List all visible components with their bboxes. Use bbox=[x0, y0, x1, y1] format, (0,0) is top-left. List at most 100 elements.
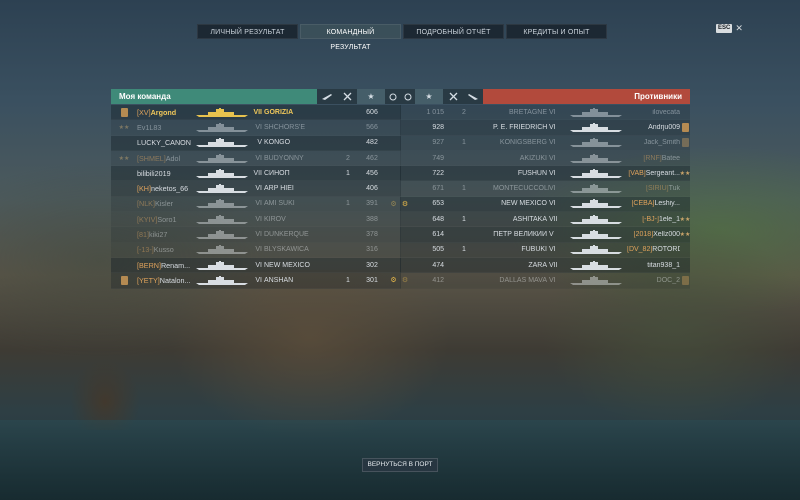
player-nick: Argond bbox=[150, 107, 177, 117]
ship-name: FUSHUN bbox=[517, 169, 547, 177]
player-nick: ilovecata bbox=[652, 108, 680, 116]
enemy-team-row[interactable]: 648 1 ASHITAKA VII [-BJ-]1ele_1 ★★ bbox=[400, 212, 691, 228]
player-name: [SIRIU]Tuk bbox=[627, 185, 680, 192]
base-xp: 928 bbox=[432, 123, 444, 131]
rank-star-icon: ★★ bbox=[679, 216, 691, 223]
player-name: LUCKY_CANON bbox=[137, 138, 191, 147]
my-team-row[interactable]: [NLK]Kisler VI AMI SUKI 1 391 ⚙ bbox=[111, 196, 401, 213]
ship-silhouette-icon bbox=[565, 168, 627, 178]
enemy-team-row[interactable]: ⚙ 653 NEW MEXICO VI [CEBA]Leshiy... bbox=[400, 196, 690, 213]
player-nick: neketos_66 bbox=[150, 184, 189, 194]
ship-tier: VI bbox=[255, 185, 262, 193]
enemy-team-row[interactable]: 474 ZARA VII titan938_1 bbox=[400, 257, 690, 274]
my-team-row[interactable]: [XV]Argond VII GORIZIA 606 bbox=[111, 105, 401, 121]
enemy-team-row[interactable]: 671 1 MONTECUCCOLI VI [SIRIU]Tuk bbox=[400, 181, 690, 197]
base-xp: 749 bbox=[432, 154, 444, 162]
player-name: [KH]neketos_66 bbox=[137, 184, 191, 193]
my-team-row[interactable]: [YETY]Natalon... VI ANSHAN 1 301 ⚙ bbox=[111, 273, 401, 289]
star-icon: ★ bbox=[357, 89, 385, 104]
ship-tier: VI bbox=[549, 169, 556, 177]
esc-key-label: ESC bbox=[716, 24, 733, 33]
return-to-port-button[interactable]: ВЕРНУТЬСЯ В ПОРТ bbox=[362, 458, 438, 472]
base-xp: 302 bbox=[366, 261, 378, 269]
base-xp: 927 bbox=[432, 139, 444, 147]
ship-name: GORIZIA bbox=[264, 108, 294, 116]
ship-silhouette-icon bbox=[191, 153, 253, 163]
rank-star-icon: ★★ bbox=[679, 170, 691, 177]
base-xp: 648 bbox=[432, 215, 444, 223]
my-team-row[interactable]: ★★ Ev1L83 VI SHCHORS'E 566 bbox=[111, 120, 401, 136]
player-name: Jack_Smith bbox=[627, 139, 680, 146]
player-nick: kiki27 bbox=[149, 230, 168, 240]
ships-destroyed: 1 bbox=[462, 215, 466, 223]
rank-flag-icon bbox=[681, 122, 689, 132]
crossed-swords-icon bbox=[337, 89, 357, 104]
enemy-team-row[interactable]: 749 AKIZUKI VI [RNF]Batee bbox=[400, 150, 690, 167]
enemy-team-row[interactable]: 927 1 KÖNIGSBERG VI Jack_Smith bbox=[400, 135, 690, 151]
enemy-team-row[interactable]: 614 ПЁТР ВЕЛИКИЙ V [2018]Xellz000 ★★ bbox=[400, 227, 691, 243]
tab-detailed-report[interactable]: ПОДРОБНЫЙ ОТЧЁТ bbox=[403, 24, 504, 39]
ship-tier: VI bbox=[549, 139, 556, 147]
player-name: [2018]Xellz000 bbox=[627, 231, 680, 238]
ship-silhouette-icon bbox=[191, 230, 253, 240]
ship-tier: VI bbox=[549, 123, 556, 131]
ship-name: ASHITAKA bbox=[512, 215, 547, 223]
tab-personal-result[interactable]: ЛИЧНЫЙ РЕЗУЛЬТАТ bbox=[197, 24, 298, 39]
rank-badge bbox=[111, 275, 137, 285]
player-name: [RNF]Batee bbox=[627, 155, 680, 162]
enemy-team-row[interactable]: 722 FUSHUN VI [VAB]Sergeant... ★★ bbox=[400, 166, 691, 182]
player-nick: Ev1L83 bbox=[137, 122, 162, 132]
enemy-team-row[interactable]: ⚙ 412 DALLAS MAVA VI DOC_2 bbox=[400, 273, 690, 289]
player-nick: Tuk bbox=[668, 185, 680, 193]
my-team-row[interactable]: bilibili2019 VII СИНОП 1 456 bbox=[111, 166, 401, 182]
my-team-row[interactable]: LUCKY_CANON V KONGŌ 482 bbox=[111, 135, 401, 151]
base-xp: 462 bbox=[366, 154, 378, 162]
result-tabs: ЛИЧНЫЙ РЕЗУЛЬТАТ КОМАНДНЫЙ РЕЗУЛЬТАТ ПОД… bbox=[197, 24, 607, 51]
ship-tier: VI bbox=[549, 276, 556, 284]
my-team-title: Моя команда bbox=[111, 89, 317, 104]
ship-name: NEW MEXICO bbox=[501, 200, 547, 208]
my-team-row[interactable]: [KYIV]Soro1 VI KIROV 388 bbox=[111, 212, 401, 228]
my-team-row[interactable]: ★★ [SHMEL]Adol VI BUDYONNY 2 462 bbox=[111, 150, 401, 167]
ship-silhouette-icon bbox=[191, 199, 253, 209]
player-name: [VAB]Sergeant... bbox=[627, 170, 680, 177]
clan-tag: [-BJ-] bbox=[642, 215, 659, 223]
rank-badge bbox=[680, 138, 690, 148]
enemy-team-row[interactable]: 928 P. E. FRIEDRICH VI Andrju009 bbox=[400, 120, 690, 136]
player-name: [-BJ-]1ele_1 bbox=[627, 216, 680, 223]
player-nick: Sergeant... bbox=[645, 169, 680, 177]
base-xp: 722 bbox=[432, 169, 444, 177]
ship-name: AKIZUKI bbox=[519, 154, 547, 162]
my-team-row[interactable]: [KH]neketos_66 VI ARP HIEI 406 bbox=[111, 181, 401, 197]
ships-destroyed: 1 bbox=[462, 185, 466, 193]
enemy-team-rows: 1 015 2 BRETAGNE VI ilovecata 928 P. E. FRIEDR… bbox=[400, 105, 690, 289]
ship-name: SHCHORS'E bbox=[264, 123, 306, 131]
my-team-row[interactable]: [BERN]Renam... VI NEW MEXICO 302 bbox=[111, 257, 401, 274]
player-nick: Natalon... bbox=[159, 275, 191, 285]
enemy-team-row[interactable]: 505 1 FUBUKI VI [DV_82]ROTORD bbox=[400, 242, 690, 258]
ship-name: DUNKERQUE bbox=[264, 231, 309, 239]
ships-destroyed: 1 bbox=[346, 276, 350, 284]
esc-close[interactable]: ESC ✕ bbox=[716, 24, 743, 33]
ships-destroyed: 1 bbox=[462, 139, 466, 147]
player-nick: LUCKY_CANON bbox=[137, 138, 191, 148]
ship-tier: VII bbox=[253, 108, 262, 116]
close-icon[interactable]: ✕ bbox=[735, 24, 743, 33]
tab-team-result[interactable]: КОМАНДНЫЙ РЕЗУЛЬТАТ bbox=[300, 24, 401, 51]
ship-tier: VI bbox=[549, 246, 556, 254]
ship-tier: VI bbox=[255, 154, 262, 162]
rank-star-icon: ★★ bbox=[679, 232, 691, 239]
ship-tier: VI bbox=[255, 215, 262, 223]
my-team-row[interactable]: [81]kiki27 VI DUNKERQUE 378 bbox=[111, 227, 401, 243]
player-name: [81]kiki27 bbox=[137, 230, 191, 239]
enemy-team-row[interactable]: 1 015 2 BRETAGNE VI ilovecata bbox=[400, 105, 690, 121]
ship-tier: VI bbox=[255, 231, 262, 239]
player-nick: 1ele_1 bbox=[658, 215, 680, 223]
ship-tier: VI bbox=[255, 276, 262, 284]
clan-tag: [KH] bbox=[137, 184, 151, 194]
rank-flag-icon bbox=[120, 275, 128, 285]
ship-silhouette-icon bbox=[191, 107, 253, 117]
tab-credits-xp[interactable]: КРЕДИТЫ И ОПЫТ bbox=[506, 24, 607, 39]
ship-name: BLYSKAWICA bbox=[264, 246, 309, 254]
my-team-row[interactable]: [-13-]Kusso VI BLYSKAWICA 316 bbox=[111, 242, 401, 258]
